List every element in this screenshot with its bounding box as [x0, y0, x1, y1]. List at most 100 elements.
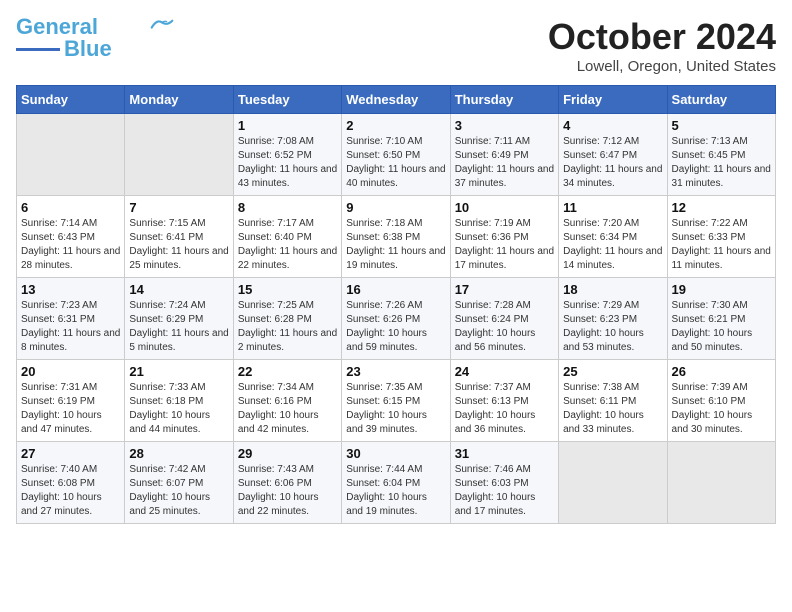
day-number: 2: [346, 118, 445, 133]
day-info: Sunrise: 7:33 AMSunset: 6:18 PMDaylight:…: [129, 381, 228, 437]
day-number: 30: [346, 446, 445, 461]
day-info: Sunrise: 7:28 AMSunset: 6:24 PMDaylight:…: [455, 299, 554, 355]
day-number: 9: [346, 200, 445, 215]
calendar-cell: 2 Sunrise: 7:10 AMSunset: 6:50 PMDaylight…: [342, 114, 450, 196]
day-number: 10: [455, 200, 554, 215]
page-header: General Blue October 2024 Lowell, Oregon…: [16, 16, 776, 75]
day-info: Sunrise: 7:34 AMSunset: 6:16 PMDaylight:…: [238, 381, 337, 437]
day-number: 28: [129, 446, 228, 461]
day-number: 14: [129, 282, 228, 297]
title-block: October 2024 Lowell, Oregon, United Stat…: [548, 16, 776, 75]
day-info: Sunrise: 7:39 AMSunset: 6:10 PMDaylight:…: [672, 381, 771, 437]
calendar-week-row: 13 Sunrise: 7:23 AMSunset: 6:31 PMDayligh…: [17, 278, 776, 360]
day-number: 3: [455, 118, 554, 133]
day-info: Sunrise: 7:17 AMSunset: 6:40 PMDaylight:…: [238, 217, 337, 273]
calendar-cell: [667, 442, 775, 524]
day-number: 29: [238, 446, 337, 461]
day-number: 1: [238, 118, 337, 133]
logo-bird-icon: [150, 17, 174, 33]
day-info: Sunrise: 7:42 AMSunset: 6:07 PMDaylight:…: [129, 463, 228, 519]
day-info: Sunrise: 7:25 AMSunset: 6:28 PMDaylight:…: [238, 299, 337, 355]
calendar-week-row: 20 Sunrise: 7:31 AMSunset: 6:19 PMDayligh…: [17, 360, 776, 442]
calendar-cell: 3 Sunrise: 7:11 AMSunset: 6:49 PMDaylight…: [450, 114, 558, 196]
calendar-cell: 7 Sunrise: 7:15 AMSunset: 6:41 PMDaylight…: [125, 196, 233, 278]
calendar-cell: 10Sunrise: 7:19 AMSunset: 6:36 PMDayligh…: [450, 196, 558, 278]
day-number: 24: [455, 364, 554, 379]
calendar-cell: 12 Sunrise: 7:22 AMSunset: 6:33 PMDayligh…: [667, 196, 775, 278]
calendar-cell: [125, 114, 233, 196]
weekday-header-saturday: Saturday: [667, 86, 775, 114]
weekday-header-friday: Friday: [559, 86, 667, 114]
day-info: Sunrise: 7:14 AMSunset: 6:43 PMDaylight:…: [21, 217, 120, 273]
logo-blue: Blue: [64, 36, 112, 62]
day-info: Sunrise: 7:40 AMSunset: 6:08 PMDaylight:…: [21, 463, 120, 519]
calendar-cell: 23 Sunrise: 7:35 AMSunset: 6:15 PMDayligh…: [342, 360, 450, 442]
day-info: Sunrise: 7:20 AMSunset: 6:34 PMDaylight:…: [563, 217, 662, 273]
calendar-cell: 27Sunrise: 7:40 AMSunset: 6:08 PMDayligh…: [17, 442, 125, 524]
day-number: 23: [346, 364, 445, 379]
day-info: Sunrise: 7:13 AMSunset: 6:45 PMDaylight:…: [672, 135, 771, 191]
weekday-header-monday: Monday: [125, 86, 233, 114]
calendar-cell: 9 Sunrise: 7:18 AMSunset: 6:38 PMDaylight…: [342, 196, 450, 278]
calendar-cell: 31 Sunrise: 7:46 AMSunset: 6:03 PMDayligh…: [450, 442, 558, 524]
calendar-cell: 21 Sunrise: 7:33 AMSunset: 6:18 PMDayligh…: [125, 360, 233, 442]
calendar-cell: 1 Sunrise: 7:08 AMSunset: 6:52 PMDaylight…: [233, 114, 341, 196]
day-info: Sunrise: 7:43 AMSunset: 6:06 PMDaylight:…: [238, 463, 337, 519]
day-number: 22: [238, 364, 337, 379]
calendar-cell: 5 Sunrise: 7:13 AMSunset: 6:45 PMDaylight…: [667, 114, 775, 196]
day-number: 26: [672, 364, 771, 379]
calendar-week-row: 1 Sunrise: 7:08 AMSunset: 6:52 PMDaylight…: [17, 114, 776, 196]
day-info: Sunrise: 7:38 AMSunset: 6:11 PMDaylight:…: [563, 381, 662, 437]
weekday-header-sunday: Sunday: [17, 86, 125, 114]
calendar-cell: 8Sunrise: 7:17 AMSunset: 6:40 PMDaylight…: [233, 196, 341, 278]
calendar-cell: 28 Sunrise: 7:42 AMSunset: 6:07 PMDayligh…: [125, 442, 233, 524]
calendar-cell: [559, 442, 667, 524]
day-number: 20: [21, 364, 120, 379]
day-number: 31: [455, 446, 554, 461]
day-number: 6: [21, 200, 120, 215]
day-info: Sunrise: 7:30 AMSunset: 6:21 PMDaylight:…: [672, 299, 771, 355]
calendar-cell: 20 Sunrise: 7:31 AMSunset: 6:19 PMDayligh…: [17, 360, 125, 442]
calendar-table: SundayMondayTuesdayWednesdayThursdayFrid…: [16, 85, 776, 524]
day-info: Sunrise: 7:08 AMSunset: 6:52 PMDaylight:…: [238, 135, 337, 191]
day-info: Sunrise: 7:18 AMSunset: 6:38 PMDaylight:…: [346, 217, 445, 273]
day-number: 5: [672, 118, 771, 133]
calendar-cell: 22 Sunrise: 7:34 AMSunset: 6:16 PMDayligh…: [233, 360, 341, 442]
day-info: Sunrise: 7:31 AMSunset: 6:19 PMDaylight:…: [21, 381, 120, 437]
day-info: Sunrise: 7:35 AMSunset: 6:15 PMDaylight:…: [346, 381, 445, 437]
calendar-week-row: 27Sunrise: 7:40 AMSunset: 6:08 PMDayligh…: [17, 442, 776, 524]
day-number: 18: [563, 282, 662, 297]
day-number: 12: [672, 200, 771, 215]
day-info: Sunrise: 7:15 AMSunset: 6:41 PMDaylight:…: [129, 217, 228, 273]
day-info: Sunrise: 7:22 AMSunset: 6:33 PMDaylight:…: [672, 217, 771, 273]
calendar-cell: 19 Sunrise: 7:30 AMSunset: 6:21 PMDayligh…: [667, 278, 775, 360]
calendar-cell: 18Sunrise: 7:29 AMSunset: 6:23 PMDayligh…: [559, 278, 667, 360]
day-number: 11: [563, 200, 662, 215]
calendar-cell: 13 Sunrise: 7:23 AMSunset: 6:31 PMDayligh…: [17, 278, 125, 360]
weekday-header-thursday: Thursday: [450, 86, 558, 114]
day-info: Sunrise: 7:46 AMSunset: 6:03 PMDaylight:…: [455, 463, 554, 519]
calendar-cell: 11 Sunrise: 7:20 AMSunset: 6:34 PMDayligh…: [559, 196, 667, 278]
day-number: 4: [563, 118, 662, 133]
day-number: 17: [455, 282, 554, 297]
day-number: 16: [346, 282, 445, 297]
month-title: October 2024: [548, 16, 776, 58]
day-number: 13: [21, 282, 120, 297]
calendar-cell: 6 Sunrise: 7:14 AMSunset: 6:43 PMDaylight…: [17, 196, 125, 278]
day-info: Sunrise: 7:26 AMSunset: 6:26 PMDaylight:…: [346, 299, 445, 355]
day-info: Sunrise: 7:23 AMSunset: 6:31 PMDaylight:…: [21, 299, 120, 355]
day-info: Sunrise: 7:44 AMSunset: 6:04 PMDaylight:…: [346, 463, 445, 519]
day-info: Sunrise: 7:10 AMSunset: 6:50 PMDaylight:…: [346, 135, 445, 191]
day-number: 19: [672, 282, 771, 297]
day-number: 7: [129, 200, 228, 215]
day-number: 15: [238, 282, 337, 297]
calendar-cell: 17 Sunrise: 7:28 AMSunset: 6:24 PMDayligh…: [450, 278, 558, 360]
day-info: Sunrise: 7:12 AMSunset: 6:47 PMDaylight:…: [563, 135, 662, 191]
calendar-cell: 14Sunrise: 7:24 AMSunset: 6:29 PMDayligh…: [125, 278, 233, 360]
weekday-header-wednesday: Wednesday: [342, 86, 450, 114]
day-number: 25: [563, 364, 662, 379]
calendar-cell: 29 Sunrise: 7:43 AMSunset: 6:06 PMDayligh…: [233, 442, 341, 524]
logo-text: General: [16, 16, 98, 38]
day-number: 21: [129, 364, 228, 379]
day-info: Sunrise: 7:11 AMSunset: 6:49 PMDaylight:…: [455, 135, 554, 191]
